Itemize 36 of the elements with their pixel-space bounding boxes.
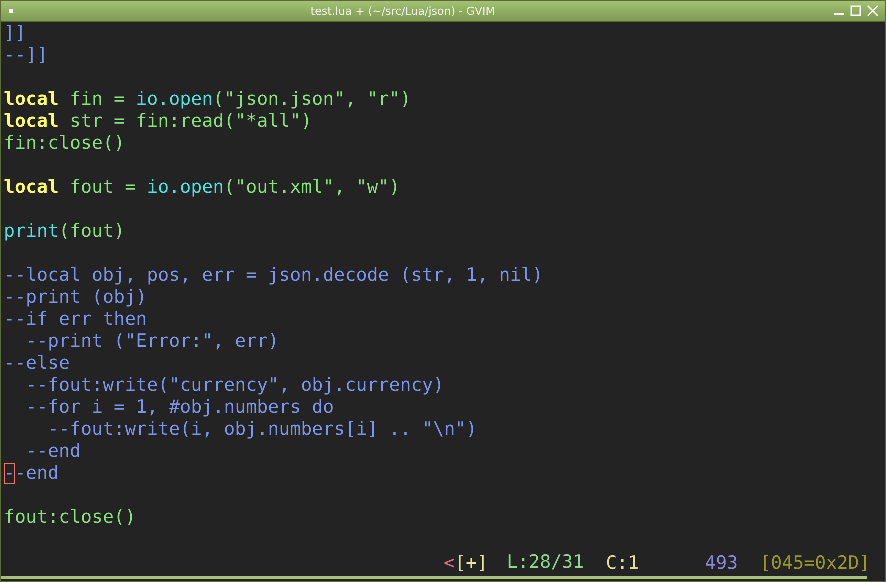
status-text: 493 bbox=[705, 552, 738, 574]
code-comment: --print ("Error:", err) bbox=[25, 331, 280, 352]
status-text: [045=0x2D] bbox=[760, 552, 870, 574]
code-text: ("json.json", "r") bbox=[213, 89, 412, 110]
status-text: L:28/31 bbox=[507, 552, 584, 574]
maximize-icon[interactable] bbox=[850, 5, 862, 17]
code-text: fout:close() bbox=[4, 507, 136, 528]
code-comment: --else bbox=[4, 353, 70, 374]
code-text: str = fin:read("*all") bbox=[69, 111, 312, 132]
code-text: fin = bbox=[69, 89, 126, 110]
code-comment: --fout:write("currency", obj.currency) bbox=[25, 375, 444, 396]
code-comment: --if err then bbox=[4, 309, 148, 330]
code-comment: --fout:write(i, obj.numbers[i] .. "\n") bbox=[47, 419, 478, 440]
code-builtin: io.open bbox=[136, 89, 214, 110]
code-comment: -end bbox=[15, 463, 60, 484]
code-comment: --end bbox=[25, 441, 82, 462]
status-text: C:1 bbox=[606, 552, 640, 574]
code-comment: --local obj, pos, err = json.decode (str, 1, nil) bbox=[4, 265, 544, 286]
code-builtin: print bbox=[4, 221, 60, 242]
code-keyword: local bbox=[4, 89, 60, 110]
code-comment: --for i = 1, #obj.numbers do bbox=[25, 397, 334, 418]
code-keyword: local bbox=[4, 111, 60, 132]
status-text: < bbox=[444, 552, 456, 574]
code-comment: ]] bbox=[4, 23, 26, 44]
status-text: [+] bbox=[455, 552, 488, 574]
code-comment: --]] bbox=[4, 45, 48, 66]
code-text: ("out.xml", "w") bbox=[224, 177, 400, 198]
text-cursor: - bbox=[4, 463, 16, 484]
code-builtin: io.open bbox=[147, 177, 224, 198]
code-text: (fout) bbox=[59, 221, 126, 242]
code-keyword: local bbox=[4, 177, 60, 198]
code-text: fin:close() bbox=[4, 133, 126, 154]
close-icon[interactable] bbox=[867, 5, 879, 17]
code-text: fout = bbox=[69, 177, 138, 198]
code-comment: --print (obj) bbox=[4, 287, 148, 308]
window-title: test.lua + (~/src/Lua/json) - GVIM bbox=[310, 4, 496, 18]
